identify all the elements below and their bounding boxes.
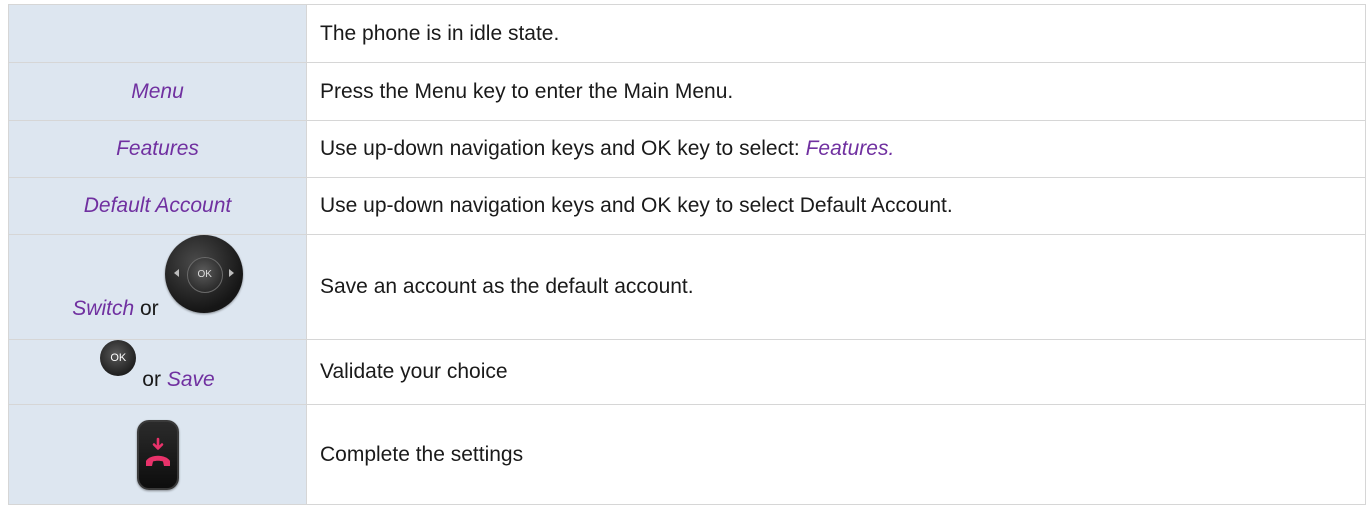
step-description: Use up-down navigation keys and OK key t…	[306, 177, 1366, 235]
step-row-features: Features Use up-down navigation keys and…	[8, 120, 1366, 178]
step-description-text: Use up-down navigation keys and OK key t…	[320, 137, 806, 160]
hang-up-key-group	[9, 419, 306, 490]
step-description: Complete the settings	[306, 404, 1366, 505]
step-row-menu: Menu Press the Menu key to enter the Mai…	[8, 62, 1366, 121]
step-description-emphasis: Features.	[805, 137, 895, 160]
menu-key-label: Menu	[131, 79, 184, 103]
step-description: The phone is in idle state.	[306, 4, 1366, 63]
features-key-label: Features	[116, 137, 199, 160]
step-row-idle: The phone is in idle state.	[8, 4, 1366, 63]
or-connector: or	[140, 297, 159, 320]
navpad-ok-label: OK	[186, 257, 223, 293]
red-handset-icon	[145, 437, 170, 466]
hang-up-key-icon	[136, 419, 179, 490]
step-description: Save an account as the default account.	[306, 234, 1366, 340]
step-row-save: OK or Save Validate your choice	[8, 339, 1366, 405]
step-description: Press the Menu key to enter the Main Men…	[306, 62, 1366, 121]
step-key-cell: Menu	[8, 62, 307, 121]
step-key-cell: Default Account	[8, 177, 307, 235]
instruction-table: The phone is in idle state. Menu Press t…	[8, 4, 1366, 505]
save-key-label: Save	[166, 368, 215, 391]
or-connector: or	[142, 368, 161, 391]
step-row-switch: Switch or OK Save an account as the defa…	[8, 234, 1366, 340]
step-description: Use up-down navigation keys and OK key t…	[306, 120, 1366, 178]
save-key-group: OK or Save	[9, 340, 306, 404]
left-arrow-icon	[173, 269, 179, 277]
step-key-cell	[8, 404, 307, 505]
step-key-cell: OK or Save	[8, 339, 307, 405]
default-account-key-label: Default Account	[83, 194, 232, 217]
step-key-cell	[8, 4, 307, 63]
step-key-cell: Switch or OK	[8, 234, 307, 340]
save-key-text: or Save	[142, 368, 214, 392]
step-row-default-account: Default Account Use up-down navigation k…	[8, 177, 1366, 235]
ok-button-icon: OK	[100, 340, 137, 376]
switch-key-group: Switch or OK	[9, 235, 306, 339]
switch-key-text: Switch or	[72, 297, 158, 321]
right-arrow-icon	[228, 269, 234, 277]
step-description: Validate your choice	[306, 339, 1366, 405]
switch-key-label: Switch	[72, 297, 135, 320]
step-key-cell: Features	[8, 120, 307, 178]
step-row-complete: Complete the settings	[8, 404, 1366, 505]
navigation-pad-icon: OK	[164, 235, 243, 313]
